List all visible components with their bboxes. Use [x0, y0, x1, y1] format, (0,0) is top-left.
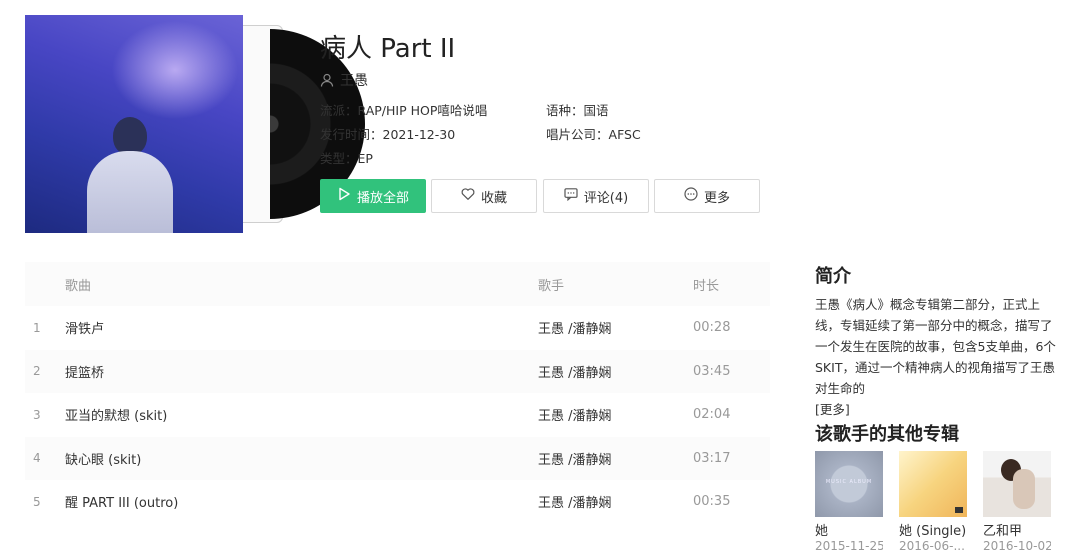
- other-albums-title: 该歌手的其他专辑: [815, 424, 959, 445]
- track-number: 1: [33, 320, 41, 335]
- intro-text: 王愚《病人》概念专辑第二部分，正式上线，专辑延续了第一部分中的概念，描写了一个发…: [815, 294, 1063, 420]
- play-icon: [337, 187, 351, 205]
- type-meta: 类型：EP: [320, 148, 373, 167]
- track-number: 5: [33, 494, 41, 509]
- cover-figure-head: [113, 117, 147, 155]
- heart-icon: [461, 187, 475, 205]
- header-duration: 时长: [693, 278, 720, 294]
- release-value: 2021-12-30: [382, 127, 456, 142]
- other-album-date: 2016-10-02: [983, 539, 1051, 553]
- play-all-button[interactable]: 播放全部: [320, 179, 426, 213]
- track-number: 4: [33, 451, 41, 466]
- track-title[interactable]: 滑铁卢: [65, 318, 538, 337]
- other-album-cover[interactable]: [983, 451, 1051, 517]
- track-title[interactable]: 缺心眼 (skit): [65, 449, 538, 468]
- language-label: 语种：: [546, 103, 584, 118]
- intro-more-link[interactable]: [更多]: [815, 402, 850, 417]
- other-album-card[interactable]: MUSIC ALBUM 她 2015-11-25: [815, 451, 883, 553]
- favorite-label: 收藏: [480, 190, 507, 206]
- other-album-date: 2016-06-...: [899, 539, 965, 553]
- track-row[interactable]: 5 醒 PART III (outro) 王愚 /潘静娴 00:35: [25, 480, 770, 524]
- track-rows: 1 滑铁卢 王愚 /潘静娴 00:28 2 提篮桥 王愚 /潘静娴 03:45 …: [25, 306, 770, 524]
- genre-meta: 流派：RAP/HIP HOP嘻哈说唱: [320, 100, 487, 119]
- track-title[interactable]: 亚当的默想 (skit): [65, 405, 538, 424]
- company-value[interactable]: AFSC: [609, 127, 641, 142]
- track-number: 2: [33, 364, 41, 379]
- play-all-label: 播放全部: [356, 190, 409, 206]
- release-label: 发行时间：: [320, 127, 383, 142]
- cover-figure-body: [87, 151, 173, 233]
- comment-label: 评论(4): [583, 190, 629, 206]
- company-label: 唱片公司：: [546, 127, 609, 142]
- track-row[interactable]: 2 提篮桥 王愚 /潘静娴 03:45: [25, 349, 770, 393]
- track-singer[interactable]: 王愚 /潘静娴: [538, 362, 693, 381]
- other-album-date: 2015-11-25: [815, 539, 883, 553]
- track-duration: 00:35: [693, 494, 731, 510]
- track-duration: 00:28: [693, 320, 731, 336]
- track-row[interactable]: 3 亚当的默想 (skit) 王愚 /潘静娴 02:04: [25, 393, 770, 437]
- track-duration: 03:17: [693, 450, 731, 466]
- comment-icon: [564, 187, 578, 205]
- intro-title: 简介: [815, 266, 851, 287]
- genre-value[interactable]: RAP/HIP HOP嘻哈说唱: [358, 103, 488, 118]
- track-title[interactable]: 醒 PART III (outro): [65, 492, 538, 511]
- track-singer[interactable]: 王愚 /潘静娴: [538, 405, 693, 424]
- language-meta: 语种：国语: [546, 100, 609, 119]
- track-title[interactable]: 提篮桥: [65, 362, 538, 381]
- header-song: 歌曲: [65, 278, 92, 294]
- other-album-cover[interactable]: [899, 451, 967, 517]
- album-cover: [25, 15, 243, 233]
- language-value: 国语: [583, 103, 609, 118]
- type-value: EP: [357, 151, 373, 166]
- artist-name[interactable]: 王愚: [340, 70, 368, 90]
- type-label: 类型：: [320, 151, 358, 166]
- other-album-card[interactable]: 她 (Single) 2016-06-...: [899, 451, 967, 553]
- comment-button[interactable]: 评论(4): [543, 179, 649, 213]
- album-cover-area: [25, 15, 365, 233]
- track-list: 歌曲 歌手 时长 1 滑铁卢 王愚 /潘静娴 00:28 2 提篮桥 王愚 /潘…: [25, 262, 770, 524]
- album-title: 病人 Part II: [320, 34, 456, 64]
- track-duration: 02:04: [693, 407, 731, 423]
- track-singer[interactable]: 王愚 /潘静娴: [538, 318, 693, 337]
- company-meta: 唱片公司：AFSC: [546, 124, 641, 143]
- other-album-cover[interactable]: MUSIC ALBUM: [815, 451, 883, 517]
- track-number: 3: [33, 407, 41, 422]
- favorite-button[interactable]: 收藏: [431, 179, 537, 213]
- release-meta: 发行时间：2021-12-30: [320, 124, 455, 143]
- header-singer: 歌手: [538, 278, 565, 294]
- track-singer[interactable]: 王愚 /潘静娴: [538, 449, 693, 468]
- track-row[interactable]: 1 滑铁卢 王愚 /潘静娴 00:28: [25, 306, 770, 350]
- track-list-header: 歌曲 歌手 时长: [25, 262, 770, 306]
- more-label: 更多: [703, 190, 730, 206]
- more-icon: [684, 187, 698, 205]
- user-icon: [320, 73, 334, 87]
- artist-line[interactable]: 王愚: [320, 70, 368, 90]
- genre-label: 流派：: [320, 103, 358, 118]
- other-album-name[interactable]: 她 (Single): [899, 520, 967, 539]
- other-album-name[interactable]: 乙和甲: [983, 520, 1051, 539]
- other-album-cover-text: MUSIC ALBUM: [825, 479, 873, 485]
- intro-body: 王愚《病人》概念专辑第二部分，正式上线，专辑延续了第一部分中的概念，描写了一个发…: [815, 297, 1056, 396]
- other-album-name[interactable]: 她: [815, 520, 883, 539]
- other-album-card[interactable]: 乙和甲 2016-10-02: [983, 451, 1051, 553]
- more-button[interactable]: 更多: [654, 179, 760, 213]
- track-row[interactable]: 4 缺心眼 (skit) 王愚 /潘静娴 03:17: [25, 436, 770, 480]
- track-singer[interactable]: 王愚 /潘静娴: [538, 492, 693, 511]
- track-duration: 03:45: [693, 363, 731, 379]
